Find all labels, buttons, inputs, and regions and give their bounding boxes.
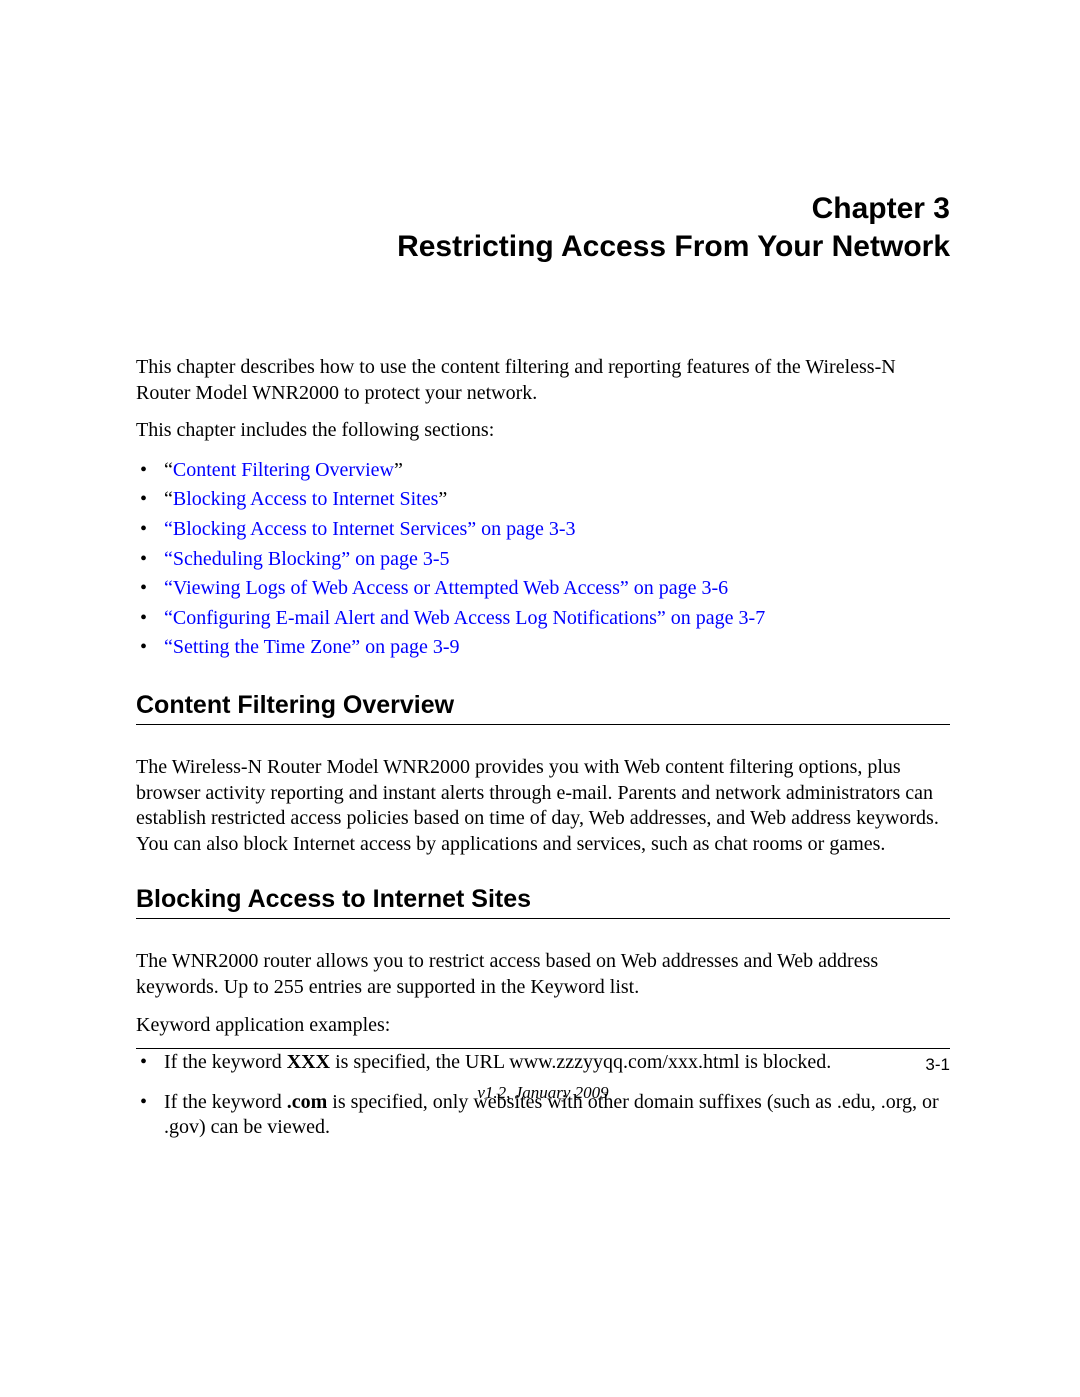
intro-paragraph-2: This chapter includes the following sect… (136, 418, 950, 444)
section2-paragraph-2: Keyword application examples: (136, 1013, 950, 1039)
toc-item: “Scheduling Blocking” on page 3-5 (136, 545, 950, 575)
toc-quote-close: ” (438, 488, 447, 510)
toc-item: “Content Filtering Overview” (136, 456, 950, 486)
toc-link[interactable]: “Viewing Logs of Web Access or Attempted… (164, 577, 728, 599)
toc-link[interactable]: Content Filtering Overview (173, 459, 394, 481)
page-number: 3-1 (136, 1055, 950, 1075)
toc-link[interactable]: “Setting the Time Zone” on page 3-9 (164, 636, 460, 658)
section-heading-content-filtering: Content Filtering Overview (136, 691, 950, 725)
version-date: v1.2, January 2009 (136, 1083, 950, 1103)
chapter-label: Chapter 3 (136, 190, 950, 228)
toc-item: “Blocking Access to Internet Services” o… (136, 515, 950, 545)
toc-link[interactable]: “Scheduling Blocking” on page 3-5 (164, 548, 450, 570)
toc-item: “Configuring E-mail Alert and Web Access… (136, 604, 950, 634)
chapter-title: Restricting Access From Your Network (136, 228, 950, 266)
section-heading-blocking-sites: Blocking Access to Internet Sites (136, 885, 950, 919)
page-footer: 3-1 v1.2, January 2009 (136, 1048, 950, 1103)
toc-quote-close: ” (394, 459, 403, 481)
toc-item: “Viewing Logs of Web Access or Attempted… (136, 574, 950, 604)
toc-link[interactable]: “Configuring E-mail Alert and Web Access… (164, 607, 765, 629)
toc-item: “Setting the Time Zone” on page 3-9 (136, 633, 950, 663)
section1-paragraph: The Wireless-N Router Model WNR2000 prov… (136, 755, 950, 857)
toc-item: “Blocking Access to Internet Sites” (136, 485, 950, 515)
chapter-header: Chapter 3 Restricting Access From Your N… (136, 190, 950, 265)
toc-quote-open: “ (164, 488, 173, 510)
toc-quote-open: “ (164, 459, 173, 481)
intro-paragraph-1: This chapter describes how to use the co… (136, 355, 950, 406)
document-page: Chapter 3 Restricting Access From Your N… (0, 0, 1080, 1155)
section2-paragraph-1: The WNR2000 router allows you to restric… (136, 949, 950, 1000)
toc-link[interactable]: Blocking Access to Internet Sites (173, 488, 439, 510)
toc-list: “Content Filtering Overview” “Blocking A… (136, 456, 950, 663)
toc-link[interactable]: “Blocking Access to Internet Services” o… (164, 518, 576, 540)
